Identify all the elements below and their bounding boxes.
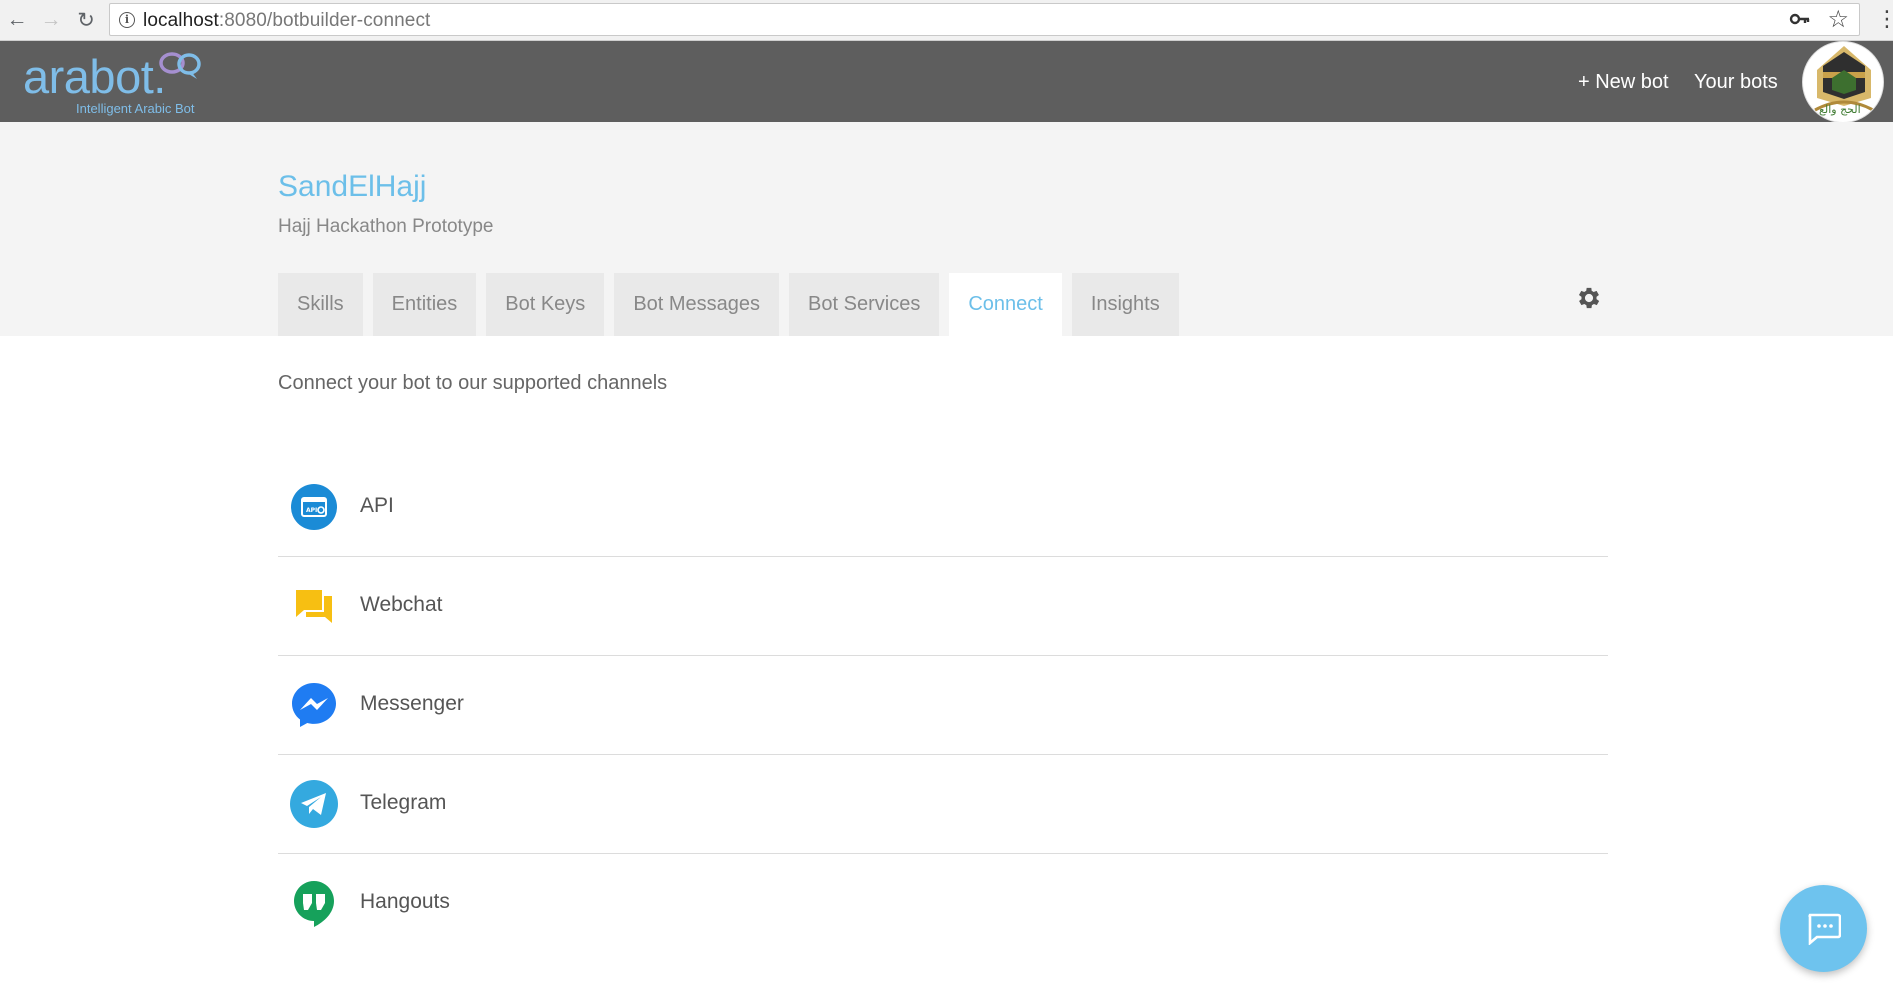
api-icon-text: API — [306, 507, 317, 514]
webchat-icon — [296, 590, 332, 623]
channel-messenger[interactable]: Messenger — [278, 656, 1608, 755]
url-path: :8080/botbuilder-connect — [218, 10, 431, 31]
chat-icon — [1807, 913, 1841, 945]
info-icon[interactable]: i — [119, 12, 135, 28]
messenger-icon — [292, 683, 336, 727]
menu-icon[interactable]: ⋮ — [1876, 6, 1893, 32]
channel-webchat[interactable]: Webchat — [278, 557, 1608, 656]
new-bot-link[interactable]: + New bot — [1578, 71, 1669, 94]
key-icon[interactable] — [1789, 8, 1811, 36]
connect-description: Connect your bot to our supported channe… — [278, 372, 668, 394]
bot-subtitle: Hajj Hackathon Prototype — [278, 216, 494, 237]
forward-icon[interactable]: → — [36, 5, 66, 35]
app-header: arabot. Intelligent Arabic Bot + New bot… — [0, 41, 1893, 122]
logo[interactable]: arabot. Intelligent Arabic Bot — [23, 47, 213, 119]
channel-label: Telegram — [360, 791, 447, 814]
channel-api[interactable]: API API — [278, 458, 1608, 557]
tab-entities[interactable]: Entities — [372, 273, 477, 336]
telegram-icon — [290, 780, 338, 828]
url-text[interactable]: localhost:8080/botbuilder-connect — [143, 10, 430, 32]
channel-list: API API Webchat Messenger Telegram Hango… — [278, 458, 1608, 953]
channel-label: API — [360, 494, 394, 517]
channel-hangouts[interactable]: Hangouts — [278, 854, 1608, 953]
url-host: localhost — [143, 10, 219, 31]
logo-text: arabot. — [23, 50, 166, 103]
back-icon[interactable]: ← — [2, 5, 32, 35]
channel-telegram[interactable]: Telegram — [278, 755, 1608, 854]
bot-header: SandElHajj Hajj Hackathon Prototype Skil… — [0, 122, 1893, 336]
hangouts-icon — [294, 881, 334, 927]
channel-label: Webchat — [360, 593, 443, 616]
logo-tagline: Intelligent Arabic Bot — [76, 101, 195, 116]
tab-connect[interactable]: Connect — [949, 273, 1062, 336]
gear-icon[interactable] — [1575, 284, 1603, 312]
chat-launcher-button[interactable] — [1780, 885, 1867, 972]
bot-name: SandElHajj — [278, 170, 427, 203]
bot-tabs: Skills Entities Bot Keys Bot Messages Bo… — [278, 273, 1189, 336]
your-bots-link[interactable]: Your bots — [1694, 71, 1778, 94]
reload-icon[interactable]: ↻ — [71, 5, 101, 35]
tab-insights[interactable]: Insights — [1071, 273, 1179, 336]
address-bar[interactable]: i localhost:8080/botbuilder-connect ☆ — [109, 3, 1860, 36]
star-icon[interactable]: ☆ — [1827, 5, 1849, 34]
avatar-arabic-text: الحج والع — [1819, 103, 1861, 116]
tab-bot-services[interactable]: Bot Services — [789, 273, 940, 336]
channel-label: Hangouts — [360, 890, 450, 913]
avatar[interactable]: الحج والع — [1802, 41, 1884, 123]
tab-skills[interactable]: Skills — [278, 273, 363, 336]
tab-bot-messages[interactable]: Bot Messages — [614, 273, 780, 336]
tab-bot-keys[interactable]: Bot Keys — [486, 273, 605, 336]
chat-bubbles-icon — [159, 52, 201, 79]
browser-toolbar: ← → ↻ i localhost:8080/botbuilder-connec… — [0, 0, 1893, 41]
channel-label: Messenger — [360, 692, 464, 715]
api-icon: API — [291, 484, 337, 530]
